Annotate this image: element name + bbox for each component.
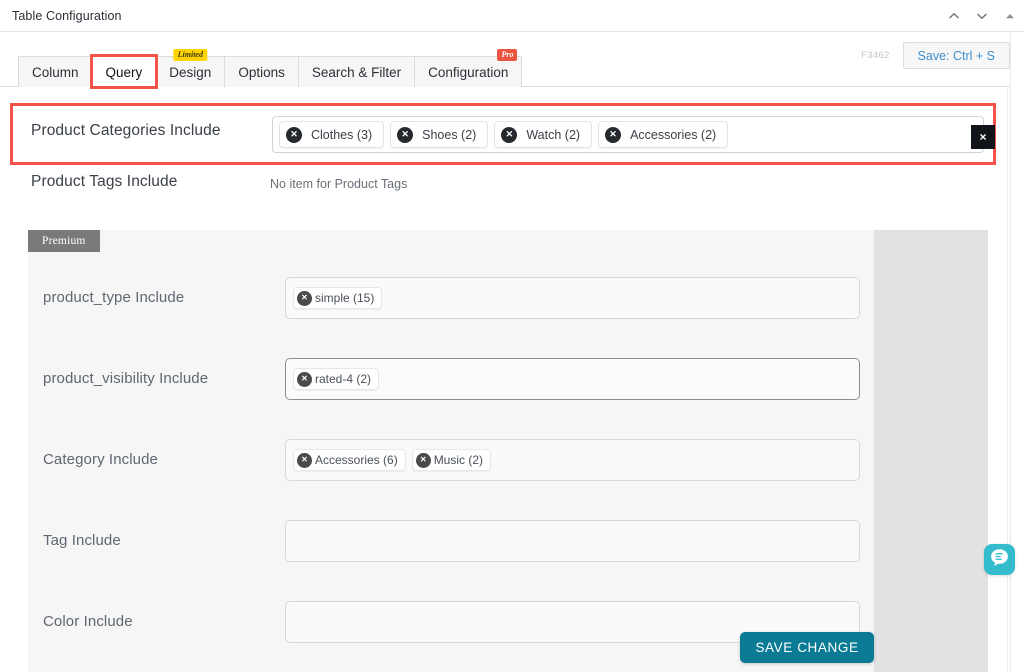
chip-accessories[interactable]: ✕ Accessories (2) [598, 121, 729, 148]
clear-all-icon[interactable]: × [971, 125, 995, 149]
chip-label: Shoes (2) [422, 127, 477, 142]
chip-music[interactable]: ✕ Music (2) [411, 449, 492, 471]
chip-label: Music (2) [433, 453, 484, 467]
settings-scroll-area[interactable]: Product Categories Include ✕ Clothes (3)… [0, 88, 1008, 672]
chip-accessories[interactable]: ✕ Accessories (6) [293, 449, 406, 471]
close-icon[interactable]: ✕ [297, 371, 312, 387]
chip-rated-4[interactable]: ✕ rated-4 (2) [293, 368, 380, 390]
badge-pro: Pro [497, 49, 518, 61]
row-label: product_visibility Include [43, 370, 209, 387]
save-area: F3462 Save: Ctrl + S [861, 42, 1010, 69]
tab-label: Configuration [428, 64, 509, 80]
chat-widget-button[interactable] [984, 544, 1015, 575]
chip-watch[interactable]: ✕ Watch (2) [494, 121, 593, 148]
content-right-divider [1007, 88, 1008, 672]
vertical-scrollbar[interactable] [1010, 32, 1024, 672]
chip-simple[interactable]: ✕ simple (15) [293, 287, 383, 309]
tab-search-and-filter[interactable]: Search & Filter [297, 56, 416, 87]
tab-column[interactable]: Column [18, 56, 93, 87]
row-product-categories-include: Product Categories Include ✕ Clothes (3)… [0, 103, 996, 165]
tab-label: Search & Filter [311, 64, 402, 80]
chip-label: Accessories (2) [630, 127, 717, 142]
close-icon[interactable]: ✕ [501, 126, 518, 143]
chip-label: rated-4 (2) [315, 372, 372, 386]
row-label: Product Tags Include [31, 173, 178, 190]
tab-strip: Column Query Limited Design Options Sear… [0, 32, 1024, 89]
window-controls [946, 0, 1018, 32]
chevron-up-icon[interactable] [946, 8, 962, 24]
row-label: Tag Include [43, 532, 121, 549]
tag-multiselect[interactable] [285, 520, 860, 562]
tab-label: Query [105, 64, 143, 80]
tab-options[interactable]: Options [224, 56, 299, 87]
product-type-multiselect[interactable]: ✕ simple (15) [285, 277, 860, 319]
product-categories-multiselect[interactable]: ✕ Clothes (3) ✕ Shoes (2) ✕ Watch (2) ✕ … [272, 116, 995, 153]
tab-label: Options [238, 64, 285, 80]
save-change-button[interactable]: SAVE CHANGE [740, 632, 874, 663]
tab-configuration[interactable]: Pro Configuration [414, 49, 523, 87]
window-titlebar: Table Configuration [0, 0, 1024, 32]
triangle-up-icon[interactable] [1002, 8, 1018, 24]
row-label: Product Categories Include [31, 122, 221, 139]
tab-list: Column Query Limited Design Options Sear… [18, 49, 523, 89]
close-icon[interactable]: ✕ [297, 452, 312, 468]
tab-query[interactable]: Query [89, 54, 159, 89]
chip-label: Accessories (6) [315, 453, 398, 467]
row-product-visibility-include: product_visibility Include ✕ rated-4 (2) [28, 339, 874, 420]
close-icon[interactable]: ✕ [415, 452, 431, 468]
premium-lock-overlay [874, 230, 988, 672]
window-title: Table Configuration [12, 9, 122, 23]
close-icon[interactable]: ✕ [286, 126, 302, 143]
product-visibility-multiselect[interactable]: ✕ rated-4 (2) [285, 358, 860, 400]
row-product-type-include: product_type Include ✕ simple (15) [28, 258, 874, 339]
chip-label: Watch (2) [526, 127, 581, 142]
row-category-include: Category Include ✕ Accessories (6) ✕ Mus… [28, 420, 874, 501]
chip-label: simple (15) [315, 291, 375, 305]
premium-badge: Premium [28, 230, 100, 252]
form-id-label: F3462 [861, 50, 890, 61]
row-partial-next [28, 663, 874, 672]
row-label: product_type Include [43, 289, 185, 306]
row-product-tags-include: Product Tags Include No item for Product… [0, 168, 996, 202]
save-shortcut-button[interactable]: Save: Ctrl + S [902, 42, 1010, 69]
row-label: Color Include [43, 613, 133, 630]
chevron-down-icon[interactable] [974, 8, 990, 24]
chip-clothes[interactable]: ✕ Clothes (3) [279, 121, 385, 148]
close-icon[interactable]: ✕ [297, 290, 312, 306]
category-multiselect[interactable]: ✕ Accessories (6) ✕ Music (2) [285, 439, 860, 481]
table-configuration-window: Table Configuration Column Query Limited… [0, 0, 1024, 672]
close-icon[interactable]: ✕ [605, 126, 622, 143]
row-tag-include: Tag Include [28, 501, 874, 582]
chat-bubble-icon [989, 547, 1010, 573]
chip-label: Clothes (3) [311, 127, 373, 142]
tab-design[interactable]: Limited Design [155, 49, 226, 87]
close-icon[interactable]: ✕ [397, 126, 414, 143]
row-label: Category Include [43, 451, 159, 468]
tab-label: Column [32, 64, 79, 80]
premium-section: Premium product_type Include ✕ simple (1… [28, 230, 988, 672]
tab-label: Design [169, 64, 212, 80]
chip-shoes[interactable]: ✕ Shoes (2) [390, 121, 489, 148]
product-tags-empty-text: No item for Product Tags [270, 177, 408, 191]
badge-limited: Limited [173, 49, 207, 61]
